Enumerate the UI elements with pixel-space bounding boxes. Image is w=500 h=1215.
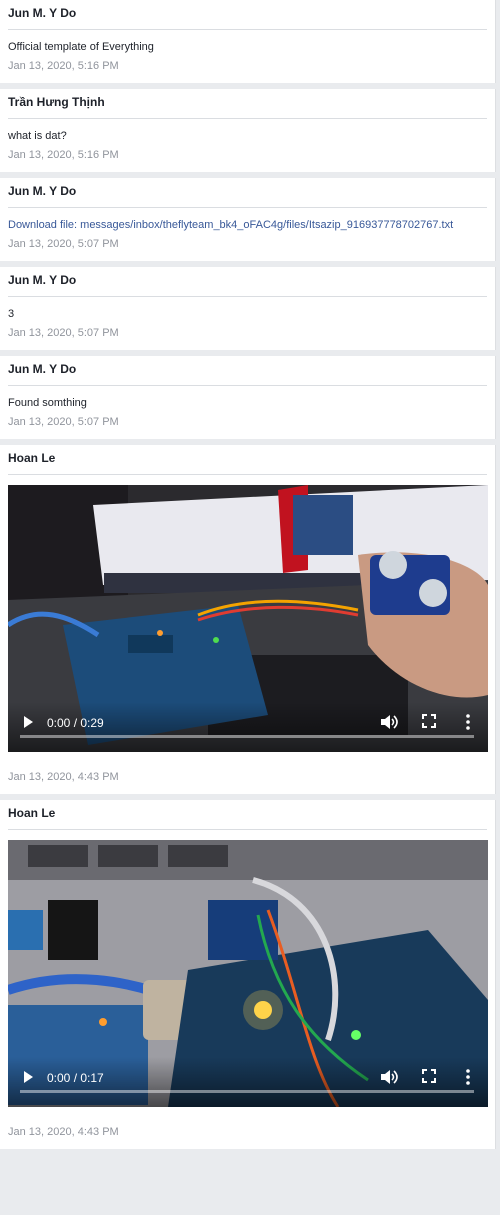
message-sender: Hoan Le <box>8 800 487 830</box>
message-sender: Trần Hưng Thịnh <box>8 89 487 119</box>
message-card: Jun M. Y Do Found somthing Jan 13, 2020,… <box>0 356 496 439</box>
message-text: Official template of Everything <box>8 41 154 53</box>
message-card: Jun M. Y Do 3 Jan 13, 2020, 5:07 PM <box>0 267 496 350</box>
play-icon[interactable] <box>22 715 36 729</box>
message-card: Jun M. Y Do Official template of Everyth… <box>0 0 496 83</box>
message-sender: Hoan Le <box>8 445 487 475</box>
more-options-icon[interactable] <box>463 1068 473 1086</box>
message-text: 3 <box>8 308 15 320</box>
play-icon[interactable] <box>22 1070 36 1084</box>
video-progress-bar[interactable] <box>20 735 474 738</box>
more-options-icon[interactable] <box>463 713 473 731</box>
message-text: what is dat? <box>8 130 67 142</box>
video-time-readout: 0:00 / 0:29 <box>47 716 104 730</box>
message-sender: Jun M. Y Do <box>8 178 487 208</box>
message-sender: Jun M. Y Do <box>8 0 487 30</box>
message-timestamp: Jan 13, 2020, 5:07 PM <box>8 238 119 250</box>
message-timestamp: Jan 13, 2020, 5:07 PM <box>8 327 119 339</box>
video-controls: 0:00 / 0:29 <box>8 702 488 752</box>
message-timestamp: Jan 13, 2020, 5:07 PM <box>8 416 119 428</box>
video-player[interactable]: 0:00 / 0:17 <box>8 840 488 1107</box>
message-body: Download file: messages/inbox/theflyteam… <box>8 208 487 232</box>
message-sender: Jun M. Y Do <box>8 267 487 297</box>
message-sender: Jun M. Y Do <box>8 356 487 386</box>
message-timestamp: Jan 13, 2020, 5:16 PM <box>8 149 119 161</box>
video-message-card: Hoan Le <box>0 800 496 1149</box>
video-controls: 0:00 / 0:17 <box>8 1057 488 1107</box>
fullscreen-icon[interactable] <box>422 1069 436 1083</box>
video-message-card: Hoan Le <box>0 445 496 794</box>
fullscreen-icon[interactable] <box>422 714 436 728</box>
video-progress-bar[interactable] <box>20 1090 474 1093</box>
video-player[interactable]: 0:00 / 0:29 <box>8 485 488 752</box>
video-time-readout: 0:00 / 0:17 <box>47 1071 104 1085</box>
volume-icon[interactable] <box>380 1069 398 1085</box>
message-timestamp: Jan 13, 2020, 4:43 PM <box>8 771 119 783</box>
message-text: Found somthing <box>8 397 87 409</box>
message-card: Jun M. Y Do Download file: messages/inbo… <box>0 178 496 261</box>
message-card: Trần Hưng Thịnh what is dat? Jan 13, 202… <box>0 89 496 172</box>
volume-icon[interactable] <box>380 714 398 730</box>
message-feed: Jun M. Y Do Official template of Everyth… <box>0 0 500 1149</box>
file-download-link[interactable]: Download file: messages/inbox/theflyteam… <box>8 219 453 231</box>
message-timestamp: Jan 13, 2020, 5:16 PM <box>8 60 119 72</box>
message-timestamp: Jan 13, 2020, 4:43 PM <box>8 1126 119 1138</box>
